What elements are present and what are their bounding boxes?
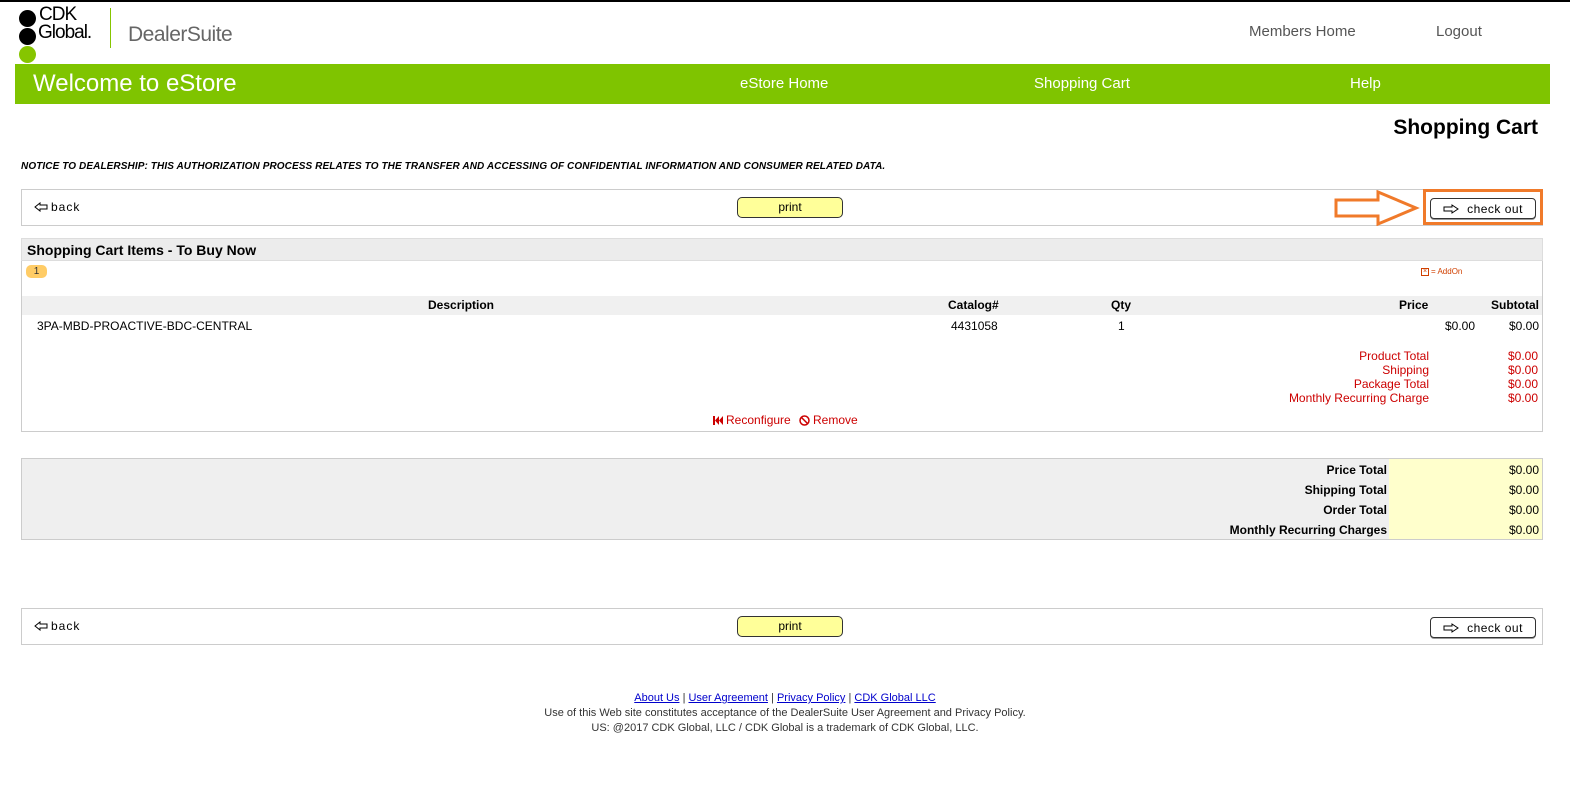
store-title: Welcome to eStore [33, 70, 237, 97]
price-total-value: $0.00 [1508, 463, 1539, 477]
nav-estore-home[interactable]: eStore Home [740, 75, 828, 92]
logo-dot-icon [19, 10, 36, 27]
shipping-total-label: Shipping Total [1304, 483, 1387, 497]
shipping-value: $0.00 [1507, 363, 1538, 377]
checkout-highlight [1423, 189, 1543, 225]
item-qty: 1 [1118, 319, 1125, 333]
col-qty: Qty [1111, 298, 1132, 312]
footer-terms: Use of this Web site constitutes accepta… [544, 707, 1026, 719]
reconfigure-link[interactable]: Reconfigure [713, 413, 791, 427]
members-home-link[interactable]: Members Home [1249, 23, 1356, 40]
print-button[interactable]: print [737, 197, 843, 218]
footer-separator: | [771, 692, 774, 704]
brand-divider [110, 8, 111, 48]
monthly-charges-value: $0.00 [1508, 523, 1539, 537]
top-action-bar: back print check out [21, 189, 1543, 226]
footer-separator: | [682, 692, 686, 704]
cdk-global-link[interactable]: CDK Global LLC [854, 692, 935, 704]
remove-label: Remove [813, 413, 858, 427]
addon-legend-label: = AddOn [1431, 267, 1463, 276]
store-nav-bar: Welcome to eStore eStore Home Shopping C… [15, 64, 1550, 104]
logout-link[interactable]: Logout [1436, 23, 1482, 40]
cart-items-panel [21, 261, 1543, 432]
checkout-button[interactable]: check out [1430, 617, 1536, 638]
bottom-action-bar: back print check out [21, 608, 1543, 645]
footer-copyright: US: @2017 CDK Global, LLC / CDK Global i… [591, 722, 979, 734]
product-total-label: Product Total [1359, 349, 1429, 363]
item-catalog: 4431058 [951, 319, 998, 333]
package-total-value: $0.00 [1507, 377, 1538, 391]
order-total-value: $0.00 [1508, 503, 1539, 517]
nav-shopping-cart[interactable]: Shopping Cart [1034, 75, 1130, 92]
monthly-recurring-value: $0.00 [1507, 391, 1538, 405]
package-total-label: Package Total [1353, 377, 1429, 391]
product-total-value: $0.00 [1507, 349, 1538, 363]
nav-help[interactable]: Help [1350, 75, 1381, 92]
table-header-row [22, 296, 1542, 315]
arrow-right-outline-icon [1443, 622, 1459, 633]
footer-links: About Us | User Agreement | Privacy Poli… [0, 692, 1570, 704]
shipping-total-value: $0.00 [1508, 483, 1539, 497]
no-entry-icon [799, 414, 810, 426]
arrow-left-outline-icon [34, 202, 48, 212]
remove-link[interactable]: Remove [799, 413, 858, 427]
reconfigure-label: Reconfigure [726, 413, 791, 427]
order-summary: Price Total $0.00 Shipping Total $0.00 O… [21, 458, 1543, 540]
orange-arrow-icon [1334, 190, 1420, 226]
arrow-left-outline-icon [34, 621, 48, 631]
col-subtotal: Subtotal [1491, 298, 1539, 312]
item-description: 3PA-MBD-PROACTIVE-BDC-CENTRAL [37, 319, 253, 333]
monthly-recurring-label: Monthly Recurring Charge [1288, 391, 1429, 405]
logo-dot-green-icon [19, 46, 36, 63]
brand-global: Global. [38, 22, 92, 43]
skip-back-icon [713, 415, 723, 425]
about-us-link[interactable]: About Us [634, 692, 679, 704]
cart-section-title: Shopping Cart Items - To Buy Now [21, 238, 1543, 261]
dealership-notice: NOTICE TO DEALERSHIP: THIS AUTHORIZATION… [21, 161, 886, 172]
cdk-logo[interactable]: CDK Global. DealerSuite [18, 5, 248, 63]
checkout-label: check out [1467, 620, 1523, 635]
brand-product: DealerSuite [128, 23, 233, 46]
col-catalog: Catalog# [948, 298, 999, 312]
addon-legend: × = AddOn [1421, 267, 1462, 276]
order-total-label: Order Total [1323, 503, 1387, 517]
print-button[interactable]: print [737, 616, 843, 637]
monthly-charges-label: Monthly Recurring Charges [1229, 523, 1387, 537]
back-label: back [51, 200, 81, 214]
back-link[interactable]: back [34, 619, 80, 633]
user-agreement-link[interactable]: User Agreement [688, 692, 767, 704]
price-total-label: Price Total [1326, 463, 1387, 477]
item-price: $0.00 [1445, 319, 1476, 333]
back-label: back [51, 619, 81, 633]
footer-separator: | [848, 692, 852, 704]
col-description: Description [428, 298, 495, 312]
addon-icon: × [1421, 267, 1429, 276]
privacy-policy-link[interactable]: Privacy Policy [777, 692, 845, 704]
col-price: Price [1399, 298, 1429, 312]
back-link[interactable]: back [34, 200, 80, 214]
item-subtotal: $0.00 [1509, 319, 1540, 333]
cart-count-badge: 1 [26, 265, 47, 278]
logo-dot-icon [19, 28, 36, 45]
shipping-label: Shipping [1382, 363, 1429, 377]
page-title: Shopping Cart [1393, 116, 1538, 139]
